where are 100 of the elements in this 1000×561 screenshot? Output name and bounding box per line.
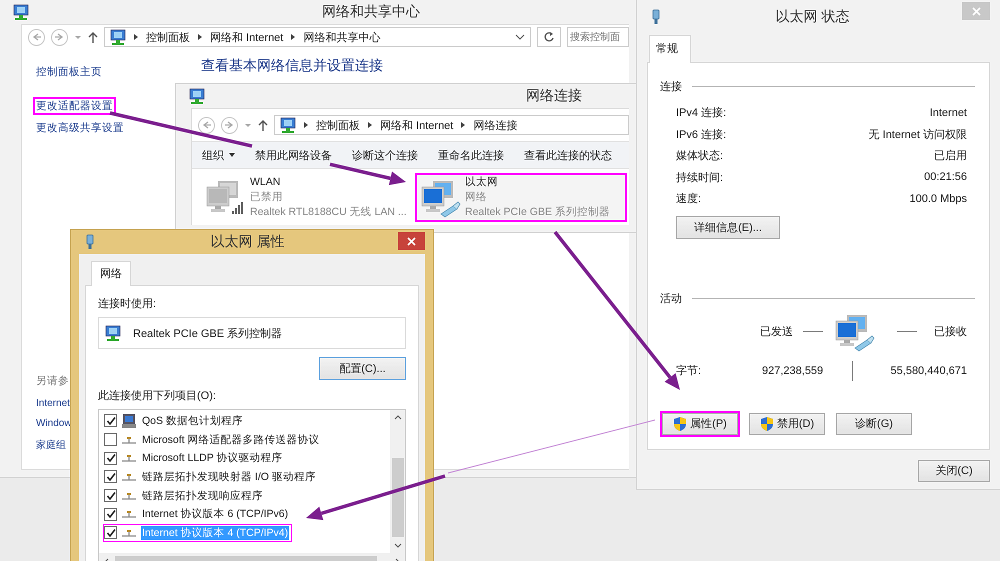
toolbar-button[interactable]: 查看此连接的状态 [524, 148, 612, 162]
breadcrumb-item[interactable]: 网络和 Internet [210, 30, 284, 44]
received-label: 已接收 [934, 324, 967, 339]
close-dialog-button[interactable]: 关闭(C) [918, 460, 990, 482]
shield-icon [760, 416, 774, 432]
dialog-button[interactable]: 诊断(G) [834, 410, 914, 436]
chevron-icon [460, 121, 466, 129]
section-label: 连接 [660, 80, 682, 94]
checkbox[interactable] [104, 489, 117, 502]
breadcrumb-item[interactable]: 网络连接 [473, 118, 518, 132]
section-label: 活动 [660, 292, 682, 306]
breadcrumb-item[interactable]: 控制面板 [316, 118, 360, 132]
list-item[interactable]: QoS 数据包计划程序 [103, 412, 247, 430]
back-button[interactable] [198, 116, 215, 134]
configure-button[interactable]: 配置(C)... [319, 357, 406, 380]
back-arrow-icon [31, 32, 42, 42]
network-icon [280, 117, 296, 133]
checkbox[interactable] [104, 433, 117, 446]
dropdown-chevron-icon[interactable] [515, 34, 525, 40]
address-bar[interactable]: 控制面板 网络和 Internet 网络连接 [274, 115, 629, 135]
scroll-down-icon [394, 543, 402, 549]
network-icon [110, 29, 126, 45]
forward-arrow-icon [54, 32, 65, 42]
sidebar-link[interactable]: 家庭组 [36, 438, 66, 452]
bytes-received: 55,580,440,671 [890, 364, 967, 376]
connection-name: 以太网 [465, 175, 499, 190]
chevron-icon [133, 33, 139, 41]
checkbox[interactable] [104, 470, 117, 484]
caret-icon [229, 153, 235, 157]
tab[interactable]: 常规 [649, 35, 691, 63]
list-item[interactable]: 链路层拓扑发现映射器 I/O 驱动程序 [103, 468, 320, 486]
vertical-scrollbar[interactable] [390, 410, 405, 553]
field-value: 无 Internet 访问权限 [868, 128, 967, 142]
tick-icon [106, 509, 116, 520]
computer-icon [121, 412, 137, 429]
connection-item[interactable]: WLAN 已禁用 Realtek RTL8188CU 无线 LAN ... [200, 173, 413, 222]
protocol-icon [121, 453, 137, 464]
field-label: IPv4 连接: [676, 106, 726, 120]
toolbar-button[interactable]: 诊断这个连接 [352, 148, 418, 162]
chevron-icon [303, 121, 309, 129]
field-value: 已启用 [934, 148, 967, 164]
close-icon [972, 6, 980, 16]
toolbar-button[interactable]: 组织 [202, 148, 235, 162]
dialog-button[interactable]: 属性(P) [660, 410, 740, 436]
sidebar-link[interactable]: 更改高级共享设置 [33, 119, 127, 137]
scroll-up-icon [394, 414, 402, 420]
sidebar-link[interactable]: Internet [36, 398, 70, 409]
toolbar-button[interactable]: 禁用此网络设备 [255, 148, 332, 162]
field-value: 100.0 Mbps [910, 192, 967, 205]
list-item[interactable]: 链路层拓扑发现响应程序 [103, 486, 267, 504]
field-value: Internet [930, 106, 967, 119]
chevron-icon [367, 121, 373, 129]
window-title: 以太网 状态 [776, 8, 850, 26]
adapter-name: Realtek RTL8188CU 无线 LAN ... [250, 205, 407, 220]
up-arrow-icon[interactable] [258, 118, 268, 132]
sent-label: 已发送 [760, 325, 793, 339]
list-item[interactable]: Microsoft LLDP 协议驱动程序 [103, 449, 286, 468]
bytes-sent: 927,238,559 [762, 364, 824, 376]
window-title: 网络和共享中心 [322, 3, 420, 21]
close-button[interactable] [398, 232, 425, 250]
up-arrow-icon[interactable] [88, 30, 98, 44]
field-label: 速度: [676, 192, 702, 206]
field-label: 连接时使用: [98, 296, 158, 311]
checkbox[interactable] [104, 508, 117, 521]
back-arrow-icon [201, 120, 212, 130]
tab[interactable]: 网络 [91, 261, 131, 286]
checkbox[interactable] [104, 526, 117, 540]
protocol-icon [121, 528, 137, 538]
refresh-icon [543, 31, 555, 43]
list-item[interactable]: Internet 协议版本 6 (TCP/IPv6) [103, 505, 292, 524]
connection-name: WLAN [250, 175, 282, 190]
sidebar-link[interactable]: Window [36, 418, 72, 429]
network-adapter-icon [105, 325, 121, 341]
checkbox[interactable] [104, 452, 117, 465]
breadcrumb-item[interactable]: 网络和 Internet [380, 118, 454, 132]
list-label: 此连接使用下列项目(O): [98, 388, 217, 403]
protocol-icon [121, 490, 137, 501]
breadcrumb-item[interactable]: 控制面板 [146, 30, 190, 44]
protocol-icon [121, 509, 137, 520]
address-bar[interactable]: 控制面板 网络和 Internet 网络和共享中心 [104, 27, 531, 47]
search-field[interactable]: 搜索控制面 [567, 27, 629, 47]
refresh-button[interactable] [537, 27, 561, 47]
window-title: 以太网 属性 [210, 233, 284, 251]
tick-icon [106, 453, 116, 464]
shield-icon [673, 416, 688, 432]
sidebar-link[interactable]: 更改适配器设置 [33, 97, 116, 115]
dialog-button[interactable]: 禁用(D) [747, 410, 827, 436]
details-button[interactable]: 详细信息(E)... [676, 216, 780, 238]
list-item[interactable]: Microsoft 网络适配器多路传送器协议 [103, 430, 324, 448]
tick-icon [106, 472, 116, 482]
sidebar-link[interactable]: 控制面板主页 [33, 63, 105, 81]
connection-item[interactable]: 以太网 网络 Realtek PCIe GBE 系列控制器 [415, 173, 627, 222]
toolbar-button[interactable]: 重命名此连接 [438, 148, 504, 162]
network-icon [13, 4, 29, 20]
tick-icon [106, 490, 116, 501]
breadcrumb-item[interactable]: 网络和共享中心 [303, 30, 380, 44]
tick-icon [106, 416, 116, 426]
checkbox[interactable] [104, 414, 117, 428]
close-icon [407, 236, 416, 246]
chevron-icon [290, 33, 296, 41]
